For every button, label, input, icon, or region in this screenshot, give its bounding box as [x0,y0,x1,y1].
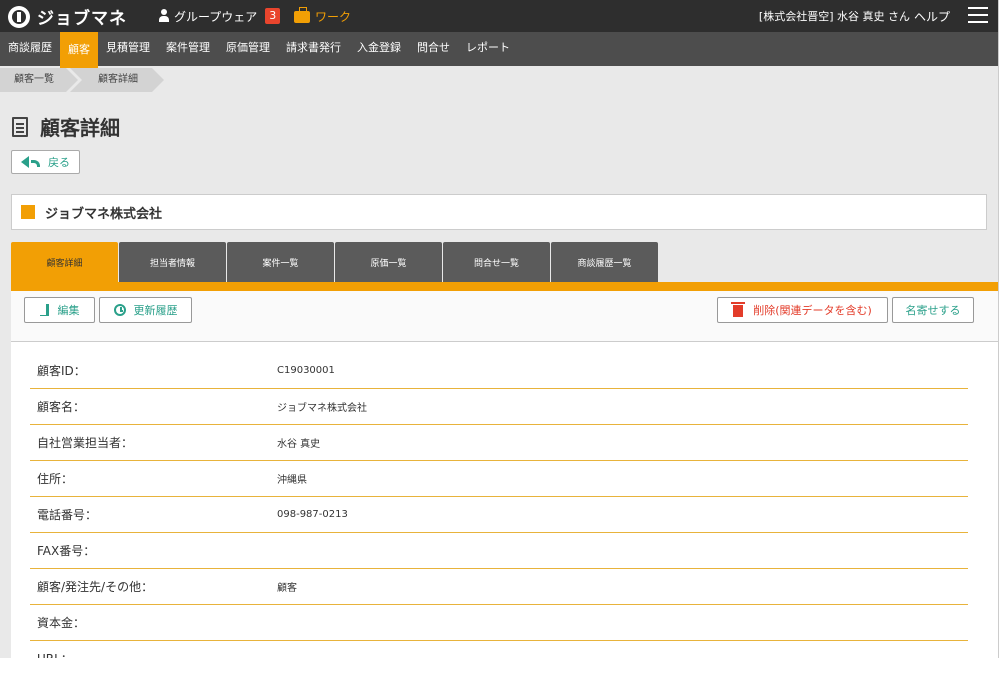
menu-icon[interactable] [968,7,988,23]
breadcrumb: 顧客一覧 顧客詳細 [0,68,164,92]
row-label: 顧客名： [37,400,86,414]
groupware-label: グループウェア [174,9,258,24]
detail-row-customer-name: 顧客名： ジョブマネ株式会社 [30,389,968,425]
detail-list: 顧客ID： C19030001 顧客名： ジョブマネ株式会社 自社営業担当者： … [30,353,968,658]
detail-row-phone: 電話番号： 098-987-0213 [30,497,968,533]
detail-toolbar: 編集 更新履歴 削除(関連データを含む) 名寄せする [11,291,998,342]
help-link[interactable]: ヘルプ [914,0,950,32]
notification-badge: 3 [265,8,281,24]
detail-row-sales-rep: 自社営業担当者： 水谷 真史 [30,425,968,461]
detail-row-customer-id: 顧客ID： C19030001 [30,353,968,389]
detail-panel: 編集 更新履歴 削除(関連データを含む) 名寄せする 顧客ID： C190300… [11,291,998,658]
user-name[interactable]: [株式会社晋空] 水谷 真史 さん [759,0,910,32]
row-label: 顧客/発注先/その他： [37,580,154,594]
tab-cost-list[interactable]: 原価一覧 [335,242,442,282]
nav-item-estimate[interactable]: 見積管理 [98,32,158,66]
edit-label: 編集 [57,304,80,317]
tab-contact-info[interactable]: 担当者情報 [119,242,226,282]
nav-item-payment[interactable]: 入金登録 [349,32,409,66]
document-icon [12,116,28,137]
tab-bar: 顧客詳細 担当者情報 案件一覧 原価一覧 問合せ一覧 商談履歴一覧 [11,242,659,282]
history-button[interactable]: 更新履歴 [99,297,192,323]
back-arrow-icon [21,156,29,168]
groupware-link[interactable]: グループウェア 3 [158,0,281,32]
detail-row-url: URL： [30,641,968,658]
nav-item-report[interactable]: レポート [458,32,518,66]
nav-item-invoice[interactable]: 請求書発行 [278,32,349,66]
delete-button[interactable]: 削除(関連データを含む) [717,297,888,323]
row-value: 098-987-0213 [277,509,348,520]
back-button[interactable]: 戻る [11,150,80,174]
row-label: FAX番号： [37,544,96,558]
merge-button[interactable]: 名寄せする [892,297,974,323]
work-label: ワーク [315,9,352,24]
pencil-icon [39,304,50,316]
briefcase-icon [294,7,310,23]
company-name: ジョブマネ株式会社 [45,206,163,222]
trash-icon [731,302,746,317]
nav-item-cost[interactable]: 原価管理 [218,32,278,66]
detail-row-address: 住所： 沖縄県 [30,461,968,497]
top-bar: ジョブマネ グループウェア 3 ワーク [株式会社晋空] 水谷 真史 さん ヘル… [0,0,998,32]
merge-label: 名寄せする [905,304,961,317]
row-label: 資本金： [37,616,86,630]
row-label: 自社営業担当者： [37,436,134,450]
edit-button[interactable]: 編集 [24,297,95,323]
company-header: ジョブマネ株式会社 [11,194,987,230]
back-label: 戻る [48,156,70,169]
row-label: 顧客ID： [37,364,86,378]
detail-row-capital: 資本金： [30,605,968,641]
tab-customer-detail[interactable]: 顧客詳細 [11,242,118,282]
clock-icon [113,304,126,316]
row-label: URL： [30,650,277,658]
tab-underline [11,282,998,291]
row-label: 住所： [37,472,74,486]
row-value: 顧客 [277,583,297,594]
detail-row-type: 顧客/発注先/その他： 顧客 [30,569,968,605]
tab-project-list[interactable]: 案件一覧 [227,242,334,282]
app-logo[interactable]: ジョブマネ [8,4,127,29]
app-window: ジョブマネ グループウェア 3 ワーク [株式会社晋空] 水谷 真史 さん ヘル… [0,0,999,658]
main-nav: 商談履歴 顧客 見積管理 案件管理 原価管理 請求書発行 入金登録 問合せ レポ… [0,32,998,68]
row-value: 沖縄県 [277,475,307,486]
detail-row-fax: FAX番号： [30,533,968,569]
delete-label: 削除(関連データを含む) [753,304,872,317]
row-label: 電話番号： [37,508,98,522]
tab-deal-history-list[interactable]: 商談履歴一覧 [551,242,658,282]
page-title: 顧客詳細 [12,112,120,141]
row-value: 水谷 真史 [277,439,321,450]
tab-inquiry-list[interactable]: 問合せ一覧 [443,242,550,282]
company-marker-icon [21,205,35,219]
breadcrumb-customer-detail: 顧客詳細 [70,68,164,92]
logo-text: ジョブマネ [37,9,127,29]
history-label: 更新履歴 [133,304,178,317]
row-value: ジョブマネ株式会社 [277,403,367,414]
nav-item-deal-history[interactable]: 商談履歴 [0,32,60,66]
work-link[interactable]: ワーク [294,0,351,32]
breadcrumb-customer-list[interactable]: 顧客一覧 [0,68,78,92]
row-value: C19030001 [277,365,335,376]
page-title-text: 顧客詳細 [40,116,120,140]
nav-item-inquiry[interactable]: 問合せ [409,32,458,66]
nav-item-customer[interactable]: 顧客 [60,32,98,68]
logo-icon [8,5,30,28]
nav-item-project[interactable]: 案件管理 [158,32,218,66]
person-icon [158,9,170,23]
